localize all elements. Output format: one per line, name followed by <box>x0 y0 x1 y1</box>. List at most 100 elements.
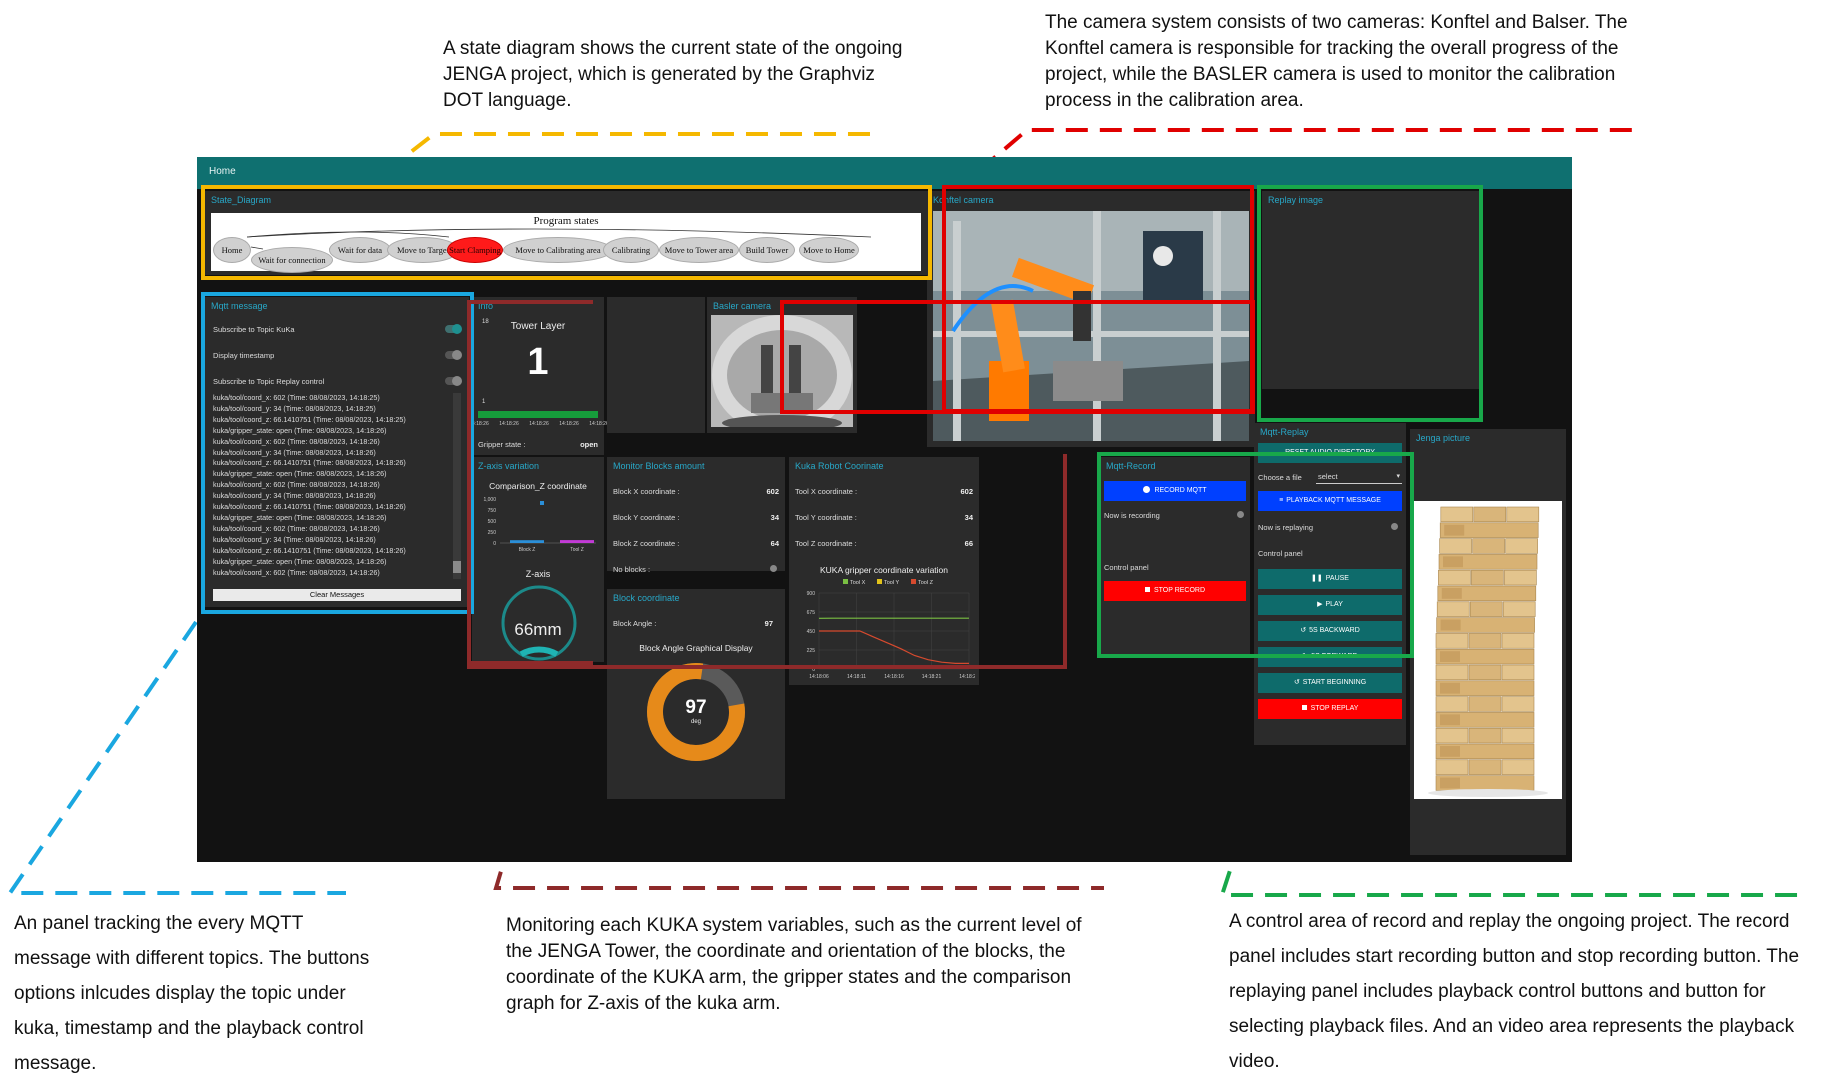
subscribe-kuka-toggle[interactable] <box>445 324 462 334</box>
z-comparison-chart: 1,000 750 500 250 0 Block Z Tool Z <box>483 497 596 553</box>
choose-file-label: Choose a file <box>1258 473 1302 482</box>
stop-record-button[interactable]: STOP RECORD <box>1104 581 1246 601</box>
x-tick: 14:18:16 <box>884 674 904 680</box>
stop-icon <box>1301 705 1307 710</box>
block-x-value: 602 <box>766 487 779 496</box>
log-line: kuka/tool/coord_y: 34 (Time: 08/08/2023,… <box>213 447 376 457</box>
backward-5s-button[interactable]: ↺ 5S BACKWARD <box>1258 621 1402 641</box>
state-node: Wait for data <box>329 237 391 263</box>
toggle-label-replay: Subscribe to Topic Replay control <box>213 377 325 386</box>
display-timestamp-toggle[interactable] <box>445 350 462 360</box>
state-node: Home <box>213 237 251 263</box>
playback-mqtt-message-button[interactable]: ≡ PLAYBACK MQTT MESSAGE <box>1258 491 1402 511</box>
block-end <box>1441 588 1462 599</box>
basler-camera-panel: Basler camera <box>707 297 857 433</box>
jenga-picture-panel: Jenga picture <box>1410 429 1566 855</box>
tool-z-value: 66 <box>964 539 973 548</box>
stop-replay-button[interactable]: STOP REPLAY <box>1258 699 1402 719</box>
rewind-icon: ↺ <box>1300 627 1307 634</box>
button-label: PLAY <box>1325 601 1343 608</box>
clear-messages-button[interactable]: Clear Messages <box>213 589 461 601</box>
block-y-value: 34 <box>770 513 779 522</box>
recording-label: Now is recording <box>1104 511 1160 520</box>
time-axis: 14:18:26 14:18:26 14:18:26 14:18:26 14:18:26 <box>469 421 608 431</box>
jenga-block <box>1501 759 1535 775</box>
jenga-block <box>1501 633 1535 649</box>
log-line: kuka/tool/coord_x: 602 (Time: 08/08/2023… <box>213 567 380 577</box>
forward-5s-button[interactable]: ↻ 5S FORWARD <box>1258 647 1402 667</box>
time-tick: 14:18:26 <box>559 421 579 427</box>
y-tick: 900 <box>807 591 816 597</box>
replay-image-panel: Replay image <box>1262 191 1480 389</box>
button-label: START BEGINNING <box>1302 679 1367 686</box>
block-z-value: 64 <box>770 539 779 548</box>
panel-title: Mqtt-Record <box>1106 461 1156 471</box>
log-line: kuka/tool/coord_x: 602 (Time: 08/08/2023… <box>213 523 380 533</box>
state-diagram-canvas: Program states Home Wait for connection Wa… <box>211 213 921 273</box>
button-label: RECORD MQTT <box>1154 487 1207 494</box>
reset-audio-directory-button[interactable]: RESET AUDIO DIRECTORY <box>1258 443 1402 463</box>
start-beginning-button[interactable]: ↺ START BEGINNING <box>1258 673 1402 693</box>
home-link[interactable]: Home <box>209 166 236 177</box>
block-end <box>1440 619 1461 631</box>
scale-bottom: 1 <box>482 399 486 405</box>
record-mqtt-button[interactable]: RECORD MQTT <box>1104 481 1246 501</box>
panel-title: Konftel camera <box>933 195 994 205</box>
subscribe-replay-toggle[interactable] <box>445 376 462 386</box>
toggle-label-kuka: Subscribe to Topic KuKa <box>213 325 295 334</box>
y-tick: 0 <box>493 541 496 547</box>
block-end <box>1444 524 1465 536</box>
konftel-camera-feed <box>933 211 1249 441</box>
time-tick: 14:18:26 <box>529 421 549 427</box>
recording-indicator <box>1237 511 1244 518</box>
log-line: kuka/tool/coord_y: 34 (Time: 08/08/2023,… <box>213 491 376 501</box>
block-end <box>1440 651 1460 662</box>
panel-title: Mqtt-Replay <box>1260 427 1309 437</box>
toggle-label-timestamp: Display timestamp <box>213 351 275 360</box>
state-node: Move to Home <box>799 237 859 263</box>
log-line: kuka/tool/coord_y: 34 (Time: 08/08/2023,… <box>213 403 376 413</box>
x-tick: 14:18:11 <box>847 674 866 680</box>
log-line: kuka/tool/coord_y: 34 (Time: 08/08/2023,… <box>213 534 376 544</box>
tower-shadow <box>1428 789 1548 797</box>
legend-swatch <box>911 579 916 584</box>
y-tick: 250 <box>488 530 497 536</box>
log-line: kuka/tool/coord_z: 66.1410751 (Time: 08/… <box>213 458 406 468</box>
play-button[interactable]: ▶ PLAY <box>1258 595 1402 615</box>
y-tick: 500 <box>488 519 497 525</box>
legend-label: Tool Y <box>884 580 900 586</box>
file-select[interactable]: select ▾ <box>1316 471 1402 484</box>
panel-title: Monitor Blocks amount <box>613 461 705 471</box>
time-tick: 14:18:26 <box>499 421 519 427</box>
block-coordinate-panel: Block coordinate Block Angle : 97 Block … <box>607 589 785 799</box>
jenga-block <box>1435 664 1469 681</box>
block-end <box>1440 746 1460 757</box>
button-label: 5S BACKWARD <box>1309 627 1360 634</box>
block-end <box>1443 556 1463 568</box>
row-label: Tool Y coordinate : <box>795 513 857 522</box>
chevron-down-icon: ▾ <box>1396 473 1400 480</box>
mqtt-record-panel: Mqtt-Record RECORD MQTT Now is recording… <box>1100 457 1250 657</box>
basler-camera-feed <box>711 315 853 427</box>
gripper-label: Gripper state : <box>478 440 526 449</box>
log-line: kuka/gripper_state: open (Time: 08/08/20… <box>213 469 387 479</box>
gauge-fill <box>519 646 559 657</box>
jenga-block <box>1468 727 1502 744</box>
top-bar: Home <box>197 157 1572 189</box>
forward-icon: ↻ <box>1302 653 1309 660</box>
button-label: STOP REPLAY <box>1310 705 1359 712</box>
button-label: PAUSE <box>1325 575 1349 582</box>
log-scrollbar[interactable] <box>453 393 461 579</box>
z-axis-panel: Z-axis variation Comparison_Z coordinate… <box>472 457 604 662</box>
donut-unit: deg <box>690 719 701 725</box>
jenga-block <box>1435 727 1469 744</box>
legend-swatch <box>877 579 882 584</box>
pause-button[interactable]: ❚❚ PAUSE <box>1258 569 1402 589</box>
scrollbar-thumb[interactable] <box>453 561 461 573</box>
block-end <box>1440 682 1460 694</box>
playlist-icon: ≡ <box>1279 497 1284 504</box>
row-label: Tool X coordinate : <box>795 487 858 496</box>
message-log: kuka/tool/coord_x: 602 (Time: 08/08/2023… <box>213 393 449 579</box>
tower-layer-value: 1 <box>527 341 549 383</box>
jenga-block <box>1472 538 1505 554</box>
